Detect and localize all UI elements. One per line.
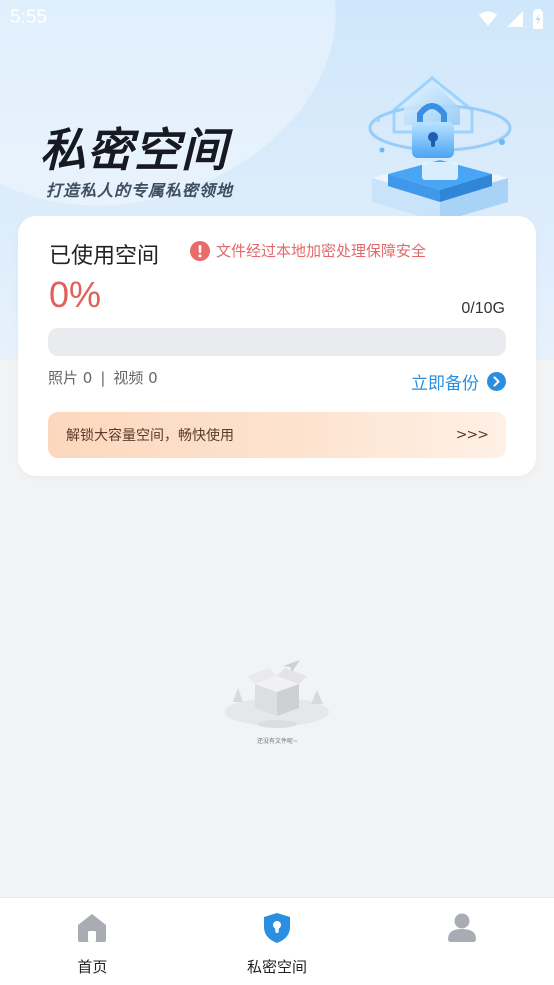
nav-label-home: 首页: [77, 958, 108, 976]
photo-count: 照片 0: [48, 369, 93, 387]
backup-now-button[interactable]: 立即备份: [411, 369, 506, 394]
security-notice: 文件经过本地加密处理保障安全: [190, 240, 426, 261]
shield-lock-icon: [263, 913, 290, 943]
wifi-icon: [479, 11, 497, 26]
media-counts: 照片 0 | 视频 0: [48, 367, 158, 388]
bottom-nav: 首页 私密空间: [0, 897, 554, 985]
status-icons: [478, 9, 544, 29]
nav-item-profile[interactable]: [369, 898, 554, 985]
usage-percent: 0%: [49, 274, 102, 315]
security-notice-text: 文件经过本地加密处理保障安全: [216, 242, 427, 260]
hero-title: 私密空间: [40, 123, 228, 177]
storage-card: 已使用空间 文件经过本地加密处理保障安全 0% 0/10G 照片 0 | 视频 …: [18, 216, 536, 476]
user-icon: [447, 913, 476, 942]
backup-now-label: 立即备份: [411, 374, 479, 394]
hero-subtitle: 打造私人的专属私密领地: [46, 181, 234, 200]
empty-box-icon: [225, 660, 329, 728]
unlock-storage-banner[interactable]: 解锁大容量空间，畅快使用 >>>: [48, 412, 506, 458]
empty-state-text: 还没有文件呢~: [256, 738, 299, 745]
nav-label-private-space: 私密空间: [246, 958, 307, 976]
video-count: 视频 0: [113, 369, 158, 387]
signal-icon: [507, 11, 523, 27]
battery-icon: [533, 9, 543, 29]
empty-state: 还没有文件呢~: [225, 658, 330, 748]
count-separator: |: [100, 368, 106, 387]
nav-item-private-space[interactable]: 私密空间: [185, 898, 370, 985]
nav-item-home[interactable]: 首页: [0, 898, 185, 985]
status-bar: 5:55: [0, 0, 554, 38]
status-time: 5:55: [10, 7, 47, 28]
triple-chevron-icon: >>>: [455, 427, 489, 443]
home-icon: [78, 914, 107, 942]
warning-icon: [190, 240, 210, 261]
capacity-text: 0/10G: [461, 300, 505, 317]
chevron-right-circle-icon: [487, 372, 506, 391]
used-space-label: 已使用空间: [49, 244, 160, 269]
unlock-storage-text: 解锁大容量空间，畅快使用: [66, 428, 234, 444]
storage-progress-bar: [48, 328, 506, 356]
